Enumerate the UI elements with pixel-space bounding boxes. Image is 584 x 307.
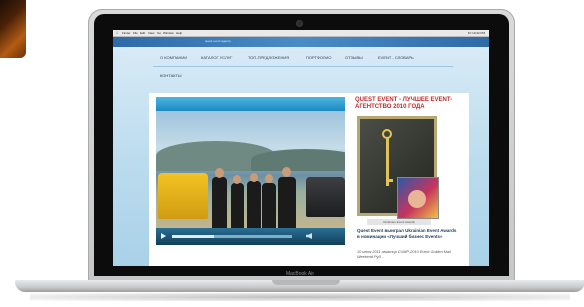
sidebar-title: QUEST EVENT - ЛУЧШЕЕ EVENT-АГЕНТСТВО 201… (355, 97, 453, 110)
laptop-base (15, 280, 584, 292)
person-head (215, 168, 224, 178)
laptop-shadow (30, 293, 570, 301)
apple-icon[interactable]:  (116, 30, 118, 36)
nav-reviews[interactable]: ОТЗЫВЫ (345, 55, 363, 60)
menu-help[interactable]: Help (176, 30, 182, 36)
nav-portfolio[interactable]: ПОРТФОЛИО (306, 55, 332, 60)
background-photo-corner (0, 0, 26, 58)
menu-edit[interactable]: Edit (140, 30, 145, 36)
person (278, 177, 296, 228)
person-head (250, 173, 258, 182)
nav-services-catalog[interactable]: КАТАЛОГ УСЛУГ (201, 55, 232, 60)
video-header-bar (156, 97, 345, 111)
video-progress-bar[interactable] (172, 235, 292, 238)
video-controls-bar (156, 228, 345, 245)
lid-open-notch (272, 280, 340, 285)
menu-finder[interactable]: Finder (122, 30, 131, 36)
person (212, 177, 227, 228)
nav-contacts[interactable]: КОНТАКТЫ (160, 73, 182, 78)
menu-view[interactable]: View (148, 30, 154, 36)
person-head (265, 174, 273, 183)
camera-icon (296, 20, 303, 27)
menu-go[interactable]: Go (157, 30, 161, 36)
site-tagline: quest event agency (205, 39, 232, 43)
award-winner-photo[interactable] (397, 177, 439, 219)
video-player[interactable] (156, 97, 345, 245)
news-headline-link[interactable]: Quest Event выиграл Ukrainian Event Awar… (357, 228, 457, 240)
nav-divider (153, 66, 453, 67)
menu-bar-clock: Fri 10:42 PM (467, 31, 485, 35)
key-icon (382, 129, 393, 191)
device-brand-label: MacBook Air (285, 271, 315, 277)
site-header-banner: quest event agency (113, 37, 489, 47)
video-progress-fill (172, 235, 214, 238)
menu-window[interactable]: Window (163, 30, 174, 36)
mac-menu-bar:  Finder File Edit View Go Window Help F… (113, 30, 489, 37)
nav-event-dictionary[interactable]: EVENT - СЛОВАРЬ (378, 55, 414, 60)
nav-top-offers[interactable]: ТОП-ПРЕДЛОЖЕНИЯ (248, 55, 289, 60)
avatar (408, 190, 426, 208)
laptop-screen:  Finder File Edit View Go Window Help F… (113, 30, 489, 266)
nav-about[interactable]: О КОМПАНИИ (160, 55, 187, 60)
background-mountain (251, 149, 345, 171)
person-head (282, 167, 291, 177)
image-caption: Ukrainian Event Awards (367, 219, 431, 225)
person (262, 183, 276, 228)
sidebar: QUEST EVENT - ЛУЧШЕЕ EVENT-АГЕНТСТВО 201… (355, 97, 461, 266)
person (247, 181, 261, 228)
black-car (306, 177, 345, 217)
volume-icon[interactable] (306, 233, 312, 239)
person-head (233, 175, 241, 184)
menu-file[interactable]: File (133, 30, 138, 36)
yellow-car (158, 173, 208, 219)
news-excerpt: 10 июня 2011 эвкатор CUMP-2010 Event Gol… (357, 250, 451, 259)
video-frame-group-photo (156, 111, 345, 228)
person (231, 183, 244, 228)
play-icon[interactable] (161, 233, 166, 239)
content-area: QUEST EVENT - ЛУЧШЕЕ EVENT-АГЕНТСТВО 201… (149, 93, 469, 266)
